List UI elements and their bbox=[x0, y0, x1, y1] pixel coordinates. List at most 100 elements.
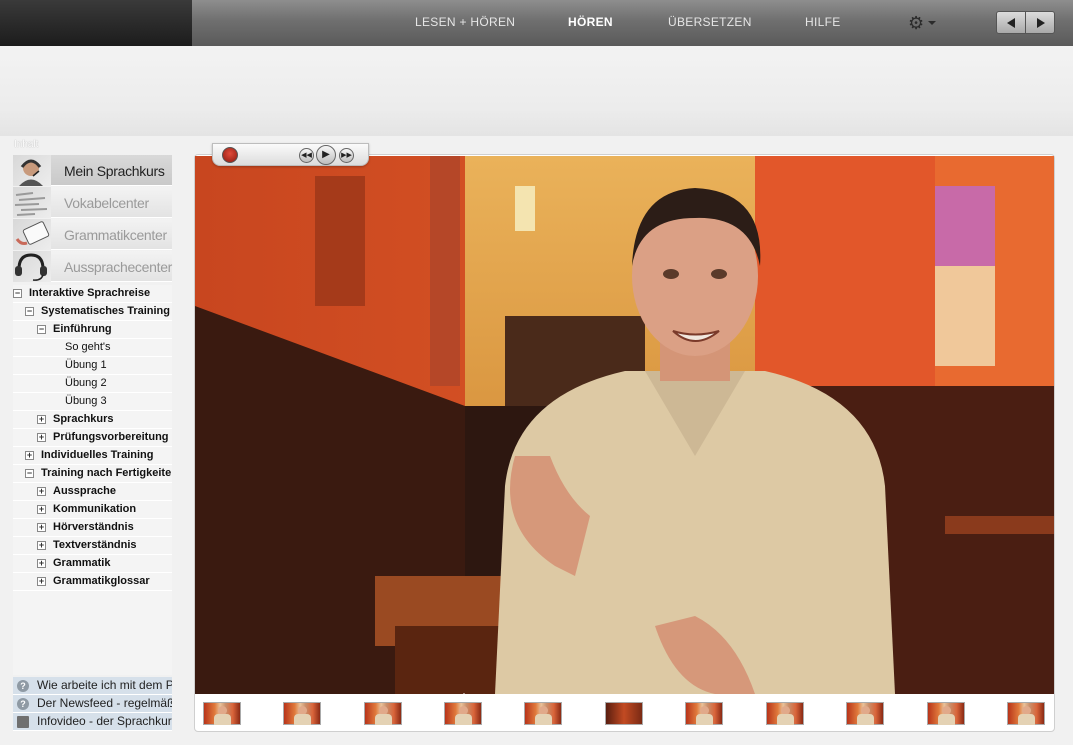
video-thumbnail[interactable] bbox=[846, 702, 884, 725]
help-icon: ? bbox=[17, 698, 29, 710]
tree-item-so-gehts[interactable]: So geht's bbox=[13, 339, 172, 357]
header-band bbox=[0, 46, 1073, 136]
audio-player-controls: ◀◀ ▶ ▶▶ bbox=[212, 143, 369, 166]
tree-item-label: Sprachkurs bbox=[53, 413, 114, 425]
tree-item-pruefungsvorbereitung[interactable]: + Prüfungsvorbereitung bbox=[13, 429, 172, 447]
tree-item-label: Übung 2 bbox=[65, 377, 107, 389]
video-thumbnail[interactable] bbox=[524, 702, 562, 725]
tree-item-textverstaendnis[interactable]: + Textverständnis bbox=[13, 537, 172, 555]
tree-item-label: Aussprache bbox=[53, 485, 116, 497]
play-icon[interactable]: ▶ bbox=[316, 145, 336, 165]
video-thumbnail[interactable] bbox=[283, 702, 321, 725]
expand-icon[interactable]: + bbox=[25, 451, 34, 460]
thumbnail-body bbox=[455, 714, 472, 725]
video-thumbnail[interactable] bbox=[605, 702, 643, 725]
tree-item-label: Grammatikglossar bbox=[53, 575, 150, 587]
collapse-icon[interactable]: − bbox=[25, 307, 34, 316]
thumbnail-body bbox=[375, 714, 392, 725]
tree-item-hoerverstaendnis[interactable]: + Hörverständnis bbox=[13, 519, 172, 537]
tree-item-uebung-2[interactable]: Übung 2 bbox=[13, 375, 172, 393]
tree-item-label: Interaktive Sprachreise bbox=[29, 287, 151, 299]
tab-hilfe[interactable]: HILFE bbox=[805, 15, 841, 29]
expand-icon[interactable]: + bbox=[37, 505, 46, 514]
video-thumbnail-current[interactable] bbox=[444, 702, 482, 725]
previous-button[interactable] bbox=[996, 11, 1026, 34]
module-vokabelcenter[interactable]: Vokabelcenter bbox=[13, 187, 172, 218]
chevron-down-icon bbox=[928, 21, 936, 25]
video-thumbnail[interactable] bbox=[364, 702, 402, 725]
collapse-icon[interactable]: − bbox=[25, 469, 34, 478]
expand-icon[interactable]: + bbox=[37, 433, 46, 442]
logo-area bbox=[0, 0, 192, 46]
tree-item-label: Übung 1 bbox=[65, 359, 107, 371]
expand-icon[interactable]: + bbox=[37, 487, 46, 496]
notebook-pen-icon bbox=[13, 219, 51, 250]
help-link-label: Infovideo - der Sprachkurs bbox=[37, 714, 172, 728]
tree-item-individuelles-training[interactable]: + Individuelles Training bbox=[13, 447, 172, 465]
video-frame[interactable] bbox=[195, 156, 1054, 694]
expand-icon[interactable]: + bbox=[37, 559, 46, 568]
sidebar-heading: Inhalt bbox=[14, 139, 39, 150]
tab-lesen-hoeren[interactable]: LESEN + HÖREN bbox=[415, 15, 515, 29]
next-button[interactable] bbox=[1025, 11, 1055, 34]
tree-item-label: Grammatik bbox=[53, 557, 111, 569]
thumbnail-body bbox=[294, 714, 311, 725]
headset-person-icon bbox=[13, 155, 51, 186]
module-label: Aussprachecenter bbox=[64, 259, 173, 275]
tree-item-systematisches-training[interactable]: − Systematisches Training bbox=[13, 303, 172, 321]
top-navigation-bar: LESEN + HÖREN HÖREN ÜBERSETZEN HILFE ⚙ bbox=[0, 0, 1073, 46]
rewind-icon[interactable]: ◀◀ bbox=[299, 148, 314, 163]
module-label: Vokabelcenter bbox=[64, 195, 149, 211]
help-link-infovideo[interactable]: Infovideo - der Sprachkurs bbox=[13, 713, 172, 731]
thumbnail-body bbox=[696, 714, 713, 725]
tree-item-sprachkurs[interactable]: + Sprachkurs bbox=[13, 411, 172, 429]
arrow-right-icon bbox=[1037, 18, 1045, 28]
module-mein-sprachkurs[interactable]: Mein Sprachkurs bbox=[13, 155, 172, 186]
video-thumbnail[interactable] bbox=[203, 702, 241, 725]
tree-item-label: Textverständnis bbox=[53, 539, 137, 551]
expand-icon[interactable]: + bbox=[37, 415, 46, 424]
tree-item-training-nach-fertigkeiten[interactable]: − Training nach Fertigkeiten bbox=[13, 465, 172, 483]
expand-icon[interactable]: + bbox=[37, 577, 46, 586]
fast-forward-icon[interactable]: ▶▶ bbox=[339, 148, 354, 163]
module-label: Grammatikcenter bbox=[64, 227, 167, 243]
help-icon: ? bbox=[17, 680, 29, 692]
module-label: Mein Sprachkurs bbox=[64, 163, 165, 179]
tree-item-grammatikglossar[interactable]: + Grammatikglossar bbox=[13, 573, 172, 591]
module-aussprachecenter[interactable]: Aussprachecenter bbox=[13, 251, 172, 282]
tree-item-interaktive-sprachreise[interactable]: − Interaktive Sprachreise bbox=[13, 285, 172, 303]
help-link-arbeiten[interactable]: ? Wie arbeite ich mit dem Programm? bbox=[13, 677, 172, 695]
tree-item-label: Training nach Fertigkeiten bbox=[41, 467, 172, 479]
tree-item-uebung-3[interactable]: Übung 3 bbox=[13, 393, 172, 411]
settings-menu-button[interactable]: ⚙ bbox=[908, 12, 938, 34]
tree-item-uebung-1[interactable]: Übung 1 bbox=[13, 357, 172, 375]
collapse-icon[interactable]: − bbox=[37, 325, 46, 334]
tree-item-aussprache[interactable]: + Aussprache bbox=[13, 483, 172, 501]
tree-item-label: Kommunikation bbox=[53, 503, 137, 515]
expand-icon[interactable]: + bbox=[37, 541, 46, 550]
tree-item-einfuehrung[interactable]: − Einführung bbox=[13, 321, 172, 339]
tree-item-label: So geht's bbox=[65, 341, 111, 353]
expand-icon[interactable]: + bbox=[37, 523, 46, 532]
video-thumbnail[interactable] bbox=[1007, 702, 1045, 725]
content-tree: − Interaktive Sprachreise − Systematisch… bbox=[13, 285, 172, 675]
thumbnail-body bbox=[214, 714, 231, 725]
tree-item-kommunikation[interactable]: + Kommunikation bbox=[13, 501, 172, 519]
video-thumbnail[interactable] bbox=[927, 702, 965, 725]
help-link-newsfeed[interactable]: ? Der Newsfeed - regelmäßig bbox=[13, 695, 172, 713]
tab-uebersetzen[interactable]: ÜBERSETZEN bbox=[668, 15, 752, 29]
tree-item-grammatik[interactable]: + Grammatik bbox=[13, 555, 172, 573]
tree-item-label: Übung 3 bbox=[65, 395, 107, 407]
video-thumbnail[interactable] bbox=[766, 702, 804, 725]
tab-hoeren[interactable]: HÖREN bbox=[568, 15, 613, 29]
tree-item-label: Hörverständnis bbox=[53, 521, 134, 533]
film-icon bbox=[17, 716, 29, 728]
record-icon[interactable] bbox=[222, 147, 238, 163]
help-link-label: Der Newsfeed - regelmäßig bbox=[37, 696, 172, 710]
module-grammatikcenter[interactable]: Grammatikcenter bbox=[13, 219, 172, 250]
video-thumbnail[interactable] bbox=[685, 702, 723, 725]
arrow-left-icon bbox=[1007, 18, 1015, 28]
headset-icon bbox=[13, 251, 51, 282]
gear-icon: ⚙ bbox=[908, 13, 925, 33]
collapse-icon[interactable]: − bbox=[13, 289, 22, 298]
